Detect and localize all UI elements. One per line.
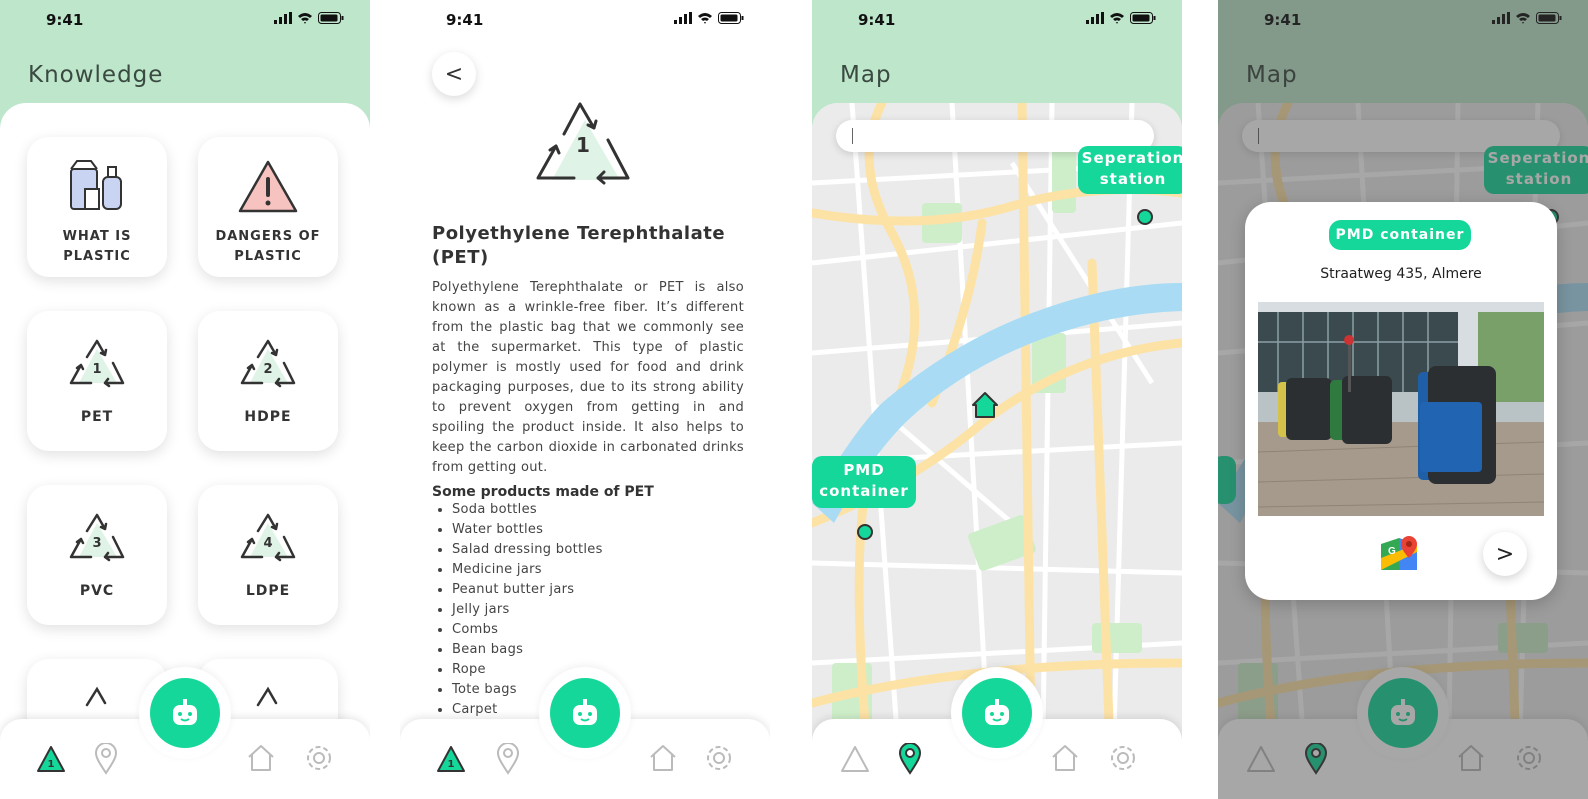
card-ldpe[interactable]: 4 LDPE [198,485,338,625]
warning-icon [238,160,298,213]
home-nav-icon[interactable] [648,743,678,773]
battery-icon [718,12,744,24]
battery-icon [318,12,344,24]
recycle-nav-icon[interactable]: 1 [434,743,468,775]
page-title: Map [840,62,892,88]
recycle-number: 3 [92,536,101,551]
robot-icon [550,678,620,748]
location-popup: PMD container Straatweg 435, Almere G > [1245,202,1557,600]
page-title: Knowledge [28,62,164,88]
list-item: Medicine jars [452,560,603,580]
knowledge-screen: 9:41 Knowledge WHAT IS PLASTIC DANGERS O… [0,0,370,799]
list-item: Jelly jars [452,600,603,620]
list-item: Water bottles [452,520,603,540]
battery-icon [1130,12,1156,24]
card-label: HDPE [244,409,292,425]
card-what-is-plastic[interactable]: WHAT IS PLASTIC [27,137,167,277]
recycle-number: 4 [263,536,272,551]
signal-icon [1086,12,1104,24]
marker-label-line: container [819,482,909,500]
recycle-nav-icon[interactable] [838,743,872,775]
recycle-nav-icon[interactable]: 1 [34,743,68,775]
map-marker-pmd-container[interactable] [857,524,873,540]
home-location-icon [972,392,998,418]
marker-label-line: PMD [843,461,885,479]
list-item: Soda bottles [452,500,603,520]
list-item: Bean bags [452,640,603,660]
location-photo [1258,302,1544,516]
svg-text:1: 1 [48,759,55,770]
status-icons [274,12,344,24]
card-label: DANGERS OF PLASTIC [215,229,321,264]
products-heading: Some products made of PET [432,484,654,500]
card-label: LDPE [245,583,291,599]
wifi-icon [698,13,712,24]
recycle-number: 2 [263,362,272,377]
recycle-4-icon: 4 [240,513,296,562]
location-address: Straatweg 435, Almere [1320,266,1482,282]
signal-icon [674,12,692,24]
detail-title: Polyethylene Terephthalate (PET) [432,223,726,268]
recycle-number: 1 [576,133,590,157]
back-button[interactable]: < [432,52,476,96]
svg-text:G: G [1388,546,1396,557]
status-bar: 9:41 [0,0,370,40]
recycle-3-icon: 3 [69,513,125,562]
status-icons [1086,12,1156,24]
detail-description: Polyethylene Terephthalate or PET is als… [432,280,744,475]
status-bar: 9:41 [400,0,770,40]
signal-icon [274,12,292,24]
map-pin-nav-icon[interactable] [94,743,118,775]
assistant-button[interactable] [539,667,631,759]
card-label: WHAT IS PLASTIC [62,229,132,264]
marker-label-line: Seperation [1081,149,1182,167]
card-dangers-of-plastic[interactable]: DANGERS OF PLASTIC [198,137,338,277]
list-item: Combs [452,620,603,640]
status-bar: 9:41 [812,0,1182,40]
text-cursor [852,128,853,144]
status-icons [674,12,744,24]
status-time: 9:41 [46,11,84,29]
recycle-1-icon: 1 [69,339,125,388]
home-nav-icon[interactable] [1050,743,1080,773]
card-pet[interactable]: 1 PET [27,311,167,451]
pet-detail-screen: 9:41 1 Polyethylene Terephthalate (PET) … [400,0,770,799]
settings-nav-icon[interactable] [304,743,334,773]
marker-label-seperation-station[interactable]: Seperation station [1078,146,1182,194]
wifi-icon [1110,13,1124,24]
plastic-items-icon [70,160,122,210]
card-hdpe[interactable]: 2 HDPE [198,311,338,451]
settings-nav-icon[interactable] [704,743,734,773]
list-item: Peanut butter jars [452,580,603,600]
settings-nav-icon[interactable] [1108,743,1138,773]
pet-recycle-icon: 1 [536,102,630,185]
next-button[interactable]: > [1483,532,1527,576]
card-pvc[interactable]: 3 PVC [27,485,167,625]
robot-icon [962,678,1032,748]
location-type-badge: PMD container [1329,220,1471,250]
wifi-icon [298,13,312,24]
robot-icon [150,678,220,748]
map-screen: 9:41 Map Seperation station PMD containe… [812,0,1182,799]
list-item: Salad dressing bottles [452,540,603,560]
map-marker-seperation-station[interactable] [1137,209,1153,225]
map-pin-nav-icon[interactable] [496,743,520,775]
card-label: PET [80,409,114,425]
card-label: PVC [79,583,115,599]
marker-label-line: station [1099,170,1167,188]
assistant-button[interactable] [951,667,1043,759]
assistant-button[interactable] [139,667,231,759]
recycle-2-icon: 2 [240,339,296,388]
svg-text:1: 1 [448,759,455,770]
google-maps-icon[interactable]: G [1379,534,1421,574]
recycle-number: 1 [92,362,101,377]
home-nav-icon[interactable] [246,743,276,773]
marker-label-pmd-container[interactable]: PMD container [812,456,916,508]
status-time: 9:41 [446,11,484,29]
status-time: 9:41 [858,11,896,29]
map-pin-nav-icon[interactable] [898,743,922,775]
